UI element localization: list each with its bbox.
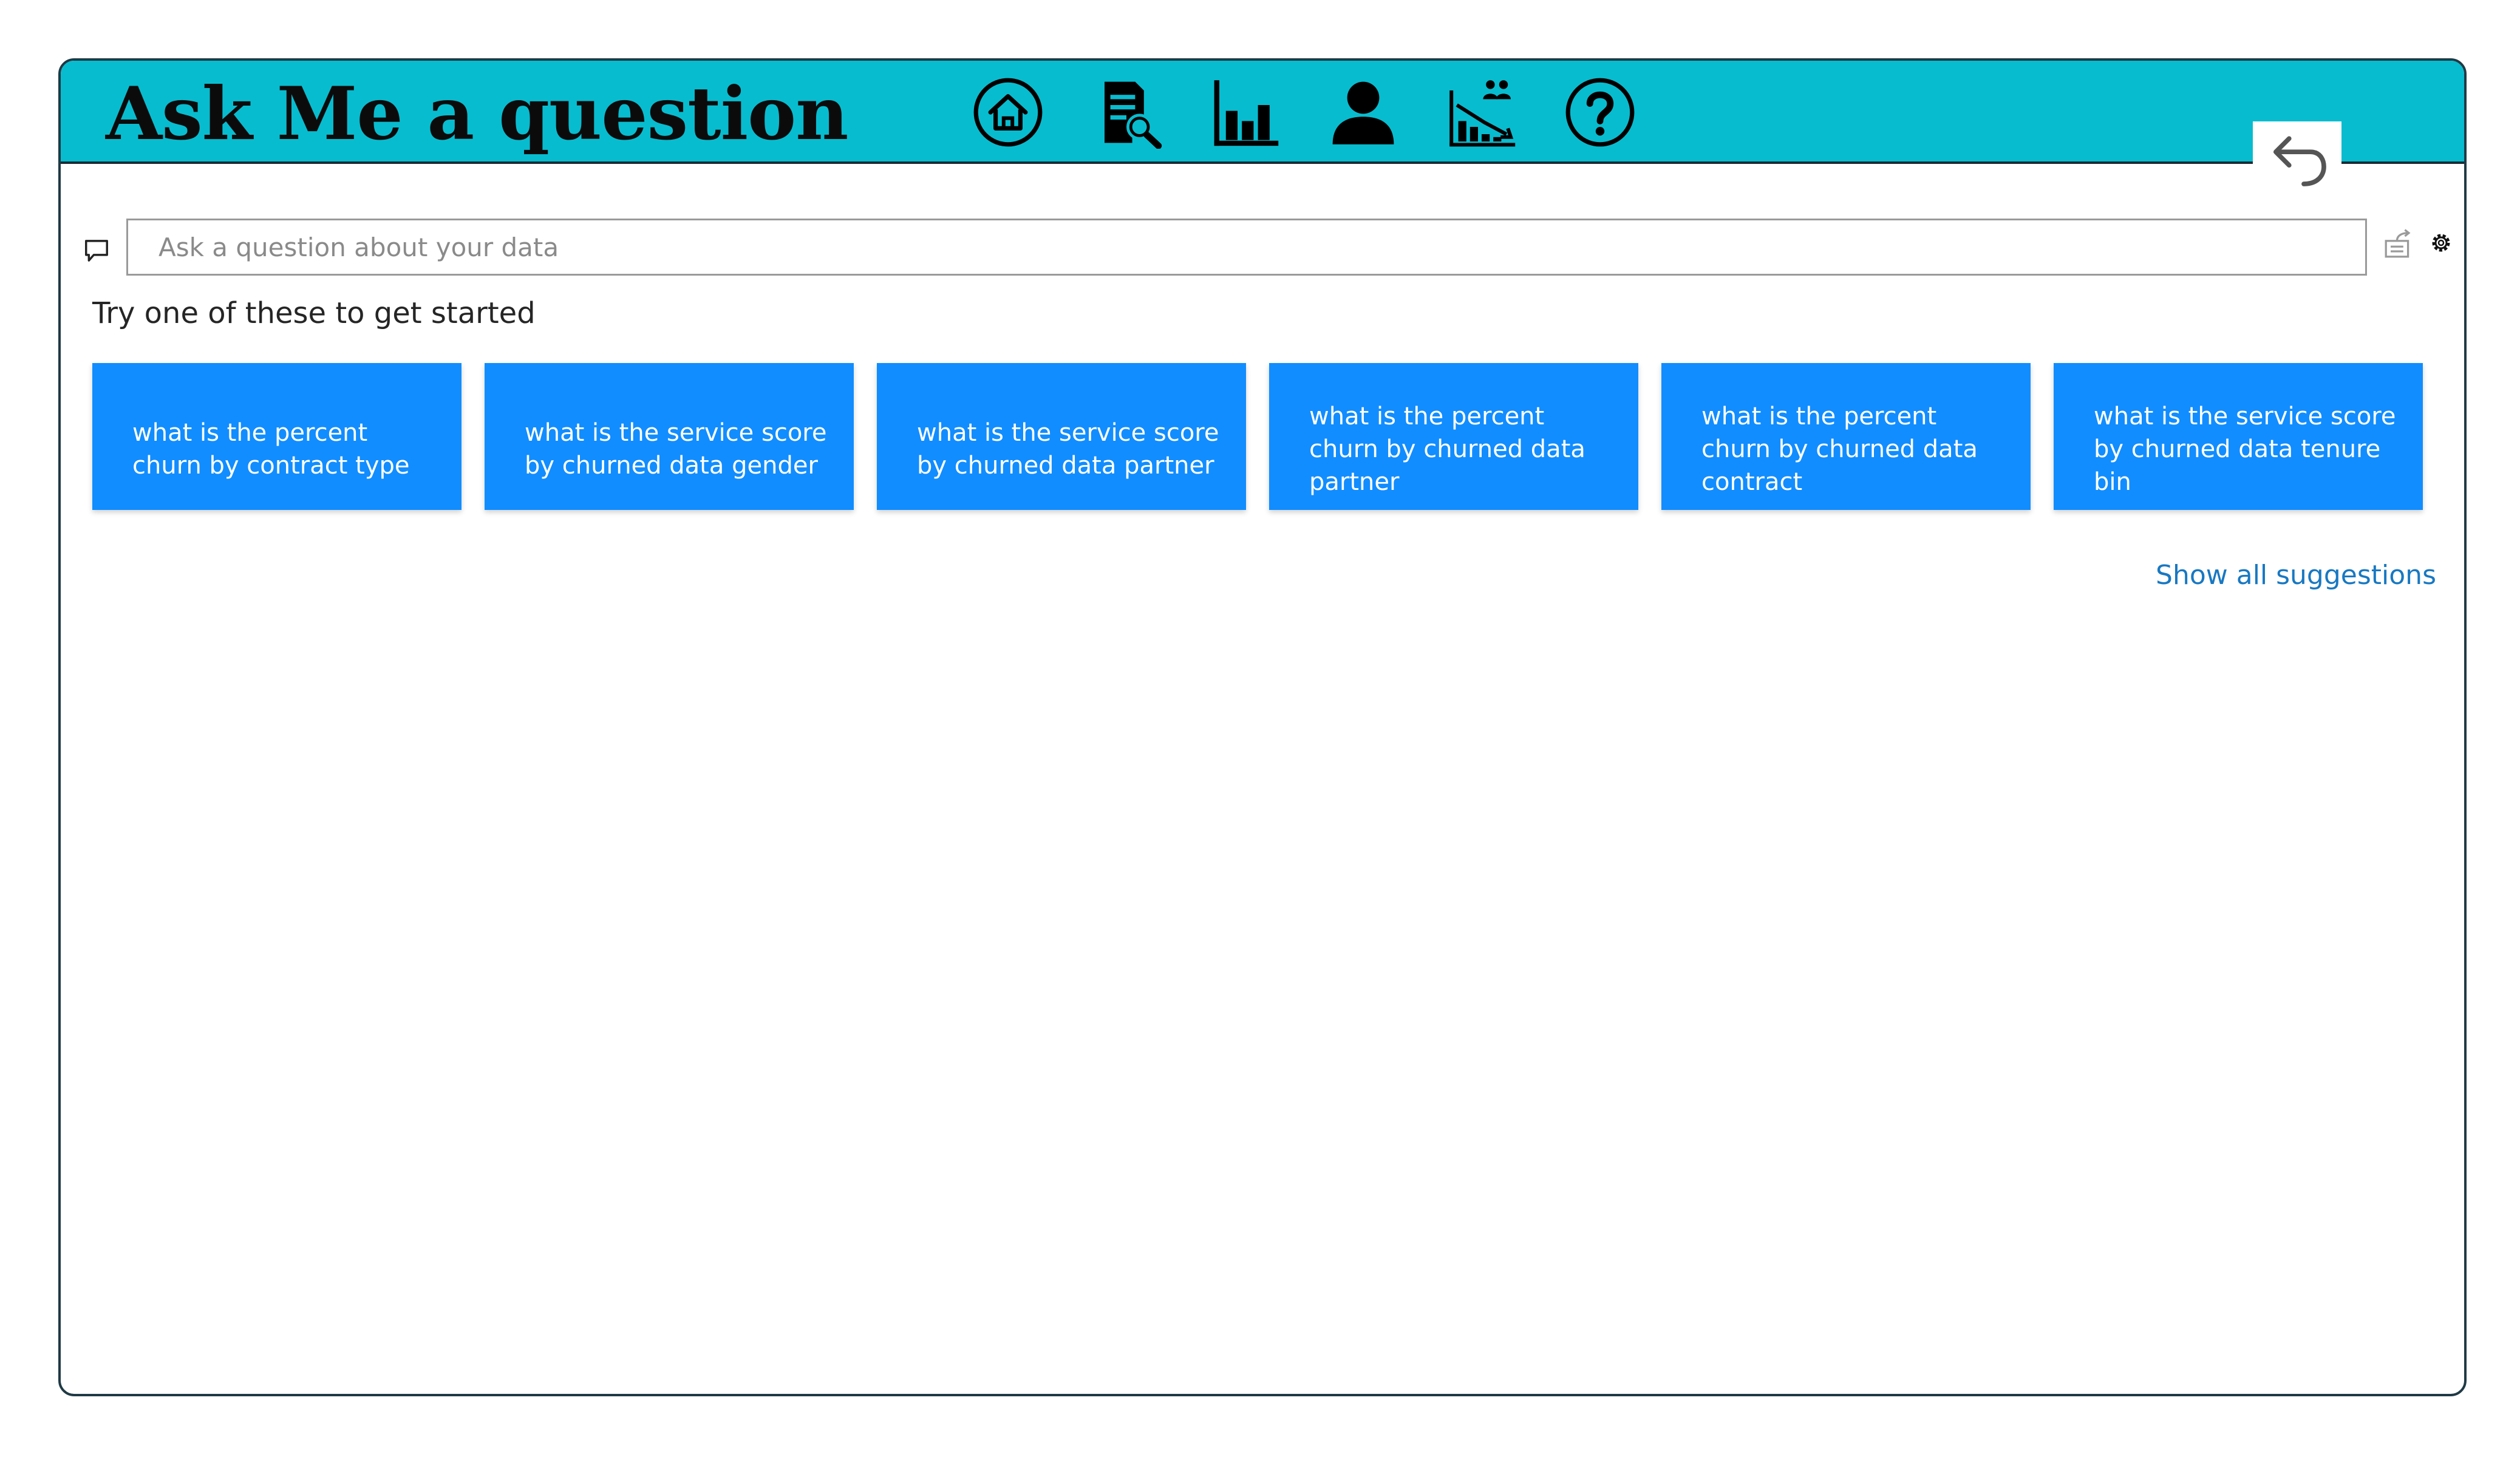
undo-arrow-icon xyxy=(2273,136,2326,186)
suggestion-button[interactable]: what is the percent churn by churned dat… xyxy=(1661,363,2031,510)
suggestion-button[interactable]: what is the service score by churned dat… xyxy=(485,363,854,510)
suggestion-list: what is the percent churn by contract ty… xyxy=(92,363,2424,510)
back-button[interactable] xyxy=(2253,121,2341,193)
home-icon[interactable] xyxy=(969,73,1047,152)
header-bar: Ask Me a question xyxy=(61,61,2464,164)
report-search-icon[interactable] xyxy=(1087,73,1166,152)
share-icon[interactable] xyxy=(2383,228,2414,260)
suggestion-button[interactable]: what is the service score by churned dat… xyxy=(877,363,1246,510)
help-icon[interactable] xyxy=(1561,73,1640,152)
show-all-suggestions-link[interactable]: Show all suggestions xyxy=(2156,560,2436,591)
question-input[interactable] xyxy=(126,219,2367,276)
user-icon[interactable] xyxy=(1324,73,1403,152)
chat-bubble-icon xyxy=(85,240,108,262)
suggestion-button[interactable]: what is the percent churn by contract ty… xyxy=(92,363,461,510)
gear-icon[interactable] xyxy=(2429,231,2453,255)
bar-chart-icon[interactable] xyxy=(1205,73,1284,152)
page-title: Ask Me a question xyxy=(106,71,848,157)
suggestions-heading: Try one of these to get started xyxy=(92,296,536,330)
suggestion-button[interactable]: what is the percent churn by churned dat… xyxy=(1269,363,1638,510)
churn-trend-icon[interactable] xyxy=(1442,73,1521,152)
app-frame: Ask Me a question Ask a question about y… xyxy=(58,58,2467,1396)
suggestion-button[interactable]: what is the service score by churned dat… xyxy=(2054,363,2423,510)
